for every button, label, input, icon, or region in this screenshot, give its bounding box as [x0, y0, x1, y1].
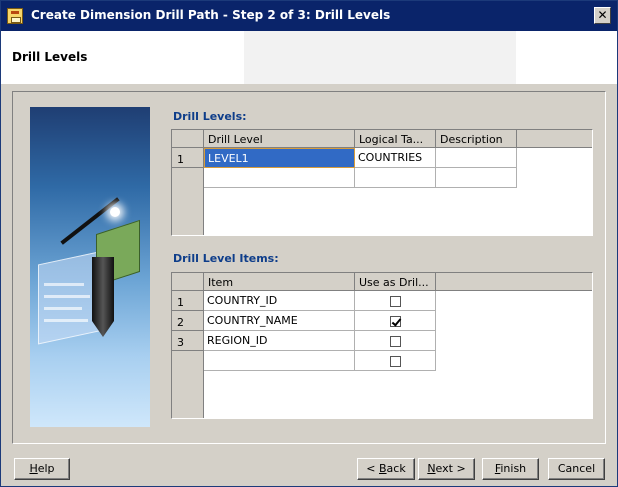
illustration-line [44, 307, 82, 310]
column-header-description[interactable]: Description [436, 130, 517, 148]
help-button[interactable]: Help [14, 458, 70, 480]
row-number[interactable]: 2 [172, 311, 204, 331]
back-prefix: < [366, 462, 379, 475]
item-cell[interactable]: REGION_ID [204, 331, 355, 351]
use-as-drill-cell[interactable] [355, 311, 436, 331]
illustration-line [44, 319, 88, 322]
table-corner [172, 273, 204, 291]
column-header-item[interactable]: Item [204, 273, 355, 291]
wizard-illustration [30, 107, 150, 427]
drill-bit-graphic [92, 257, 114, 337]
dialog-window: Create Dimension Drill Path - Step 2 of … [0, 0, 618, 487]
finish-label-rest: inish [500, 462, 527, 475]
column-header-logical-table[interactable]: Logical Ta... [355, 130, 436, 148]
window-title: Create Dimension Drill Path - Step 2 of … [31, 8, 391, 22]
empty-item-cell[interactable] [204, 351, 355, 371]
column-header-drill-level[interactable]: Drill Level [204, 130, 355, 148]
illustration-line [44, 295, 90, 298]
header-filler [517, 130, 592, 148]
empty-use-as-drill-cell[interactable] [355, 351, 436, 371]
row-number[interactable]: 1 [172, 291, 204, 311]
drill-level-items-label: Drill Level Items: [173, 252, 279, 265]
item-cell[interactable]: COUNTRY_NAME [204, 311, 355, 331]
drill-levels-table[interactable]: Drill Level Logical Ta... Description 1 … [171, 129, 593, 236]
help-label-rest: elp [37, 462, 55, 475]
drill-level-items-table[interactable]: Item Use as Dril... 1 COUNTRY_ID 2 COUNT… [171, 272, 593, 419]
empty-logical-table-cell[interactable] [355, 168, 436, 188]
wizard-header: Drill Levels [1, 31, 617, 84]
illustration-line [44, 283, 84, 286]
help-mnemonic: H [29, 462, 38, 475]
back-mnemonic: B [379, 462, 387, 475]
next-button[interactable]: Next > [418, 458, 475, 480]
drill-levels-label: Drill Levels: [173, 110, 247, 123]
empty-drill-level-cell[interactable] [204, 168, 355, 188]
finish-button[interactable]: Finish [482, 458, 539, 480]
back-label-rest: ack [386, 462, 406, 475]
content-panel: Drill Levels: Drill Level Logical Ta... … [12, 91, 606, 444]
description-cell[interactable] [436, 148, 517, 168]
drill-level-cell[interactable]: LEVEL1 [204, 148, 355, 168]
logical-table-cell[interactable]: COUNTRIES [355, 148, 436, 168]
header-filler [436, 273, 592, 291]
use-as-drill-checkbox[interactable] [389, 356, 401, 367]
use-as-drill-cell[interactable] [355, 291, 436, 311]
table-corner [172, 130, 204, 148]
use-as-drill-checkbox[interactable] [389, 316, 401, 327]
close-button[interactable]: ✕ [594, 7, 611, 24]
use-as-drill-checkbox[interactable] [389, 336, 401, 347]
row-number[interactable]: 3 [172, 331, 204, 351]
use-as-drill-checkbox[interactable] [389, 296, 401, 307]
cancel-button[interactable]: Cancel [548, 458, 605, 480]
column-header-use-as-drill[interactable]: Use as Dril... [355, 273, 436, 291]
spark-graphic [110, 207, 120, 217]
title-bar: Create Dimension Drill Path - Step 2 of … [1, 1, 617, 31]
back-button[interactable]: < Back [357, 458, 415, 480]
empty-description-cell[interactable] [436, 168, 517, 188]
row-number[interactable]: 1 [172, 148, 204, 168]
header-decoration [244, 31, 516, 84]
use-as-drill-cell[interactable] [355, 331, 436, 351]
page-title: Drill Levels [12, 50, 88, 64]
next-label-rest: ext > [435, 462, 466, 475]
next-mnemonic: N [427, 462, 436, 475]
app-window-icon [7, 8, 23, 24]
item-cell[interactable]: COUNTRY_ID [204, 291, 355, 311]
